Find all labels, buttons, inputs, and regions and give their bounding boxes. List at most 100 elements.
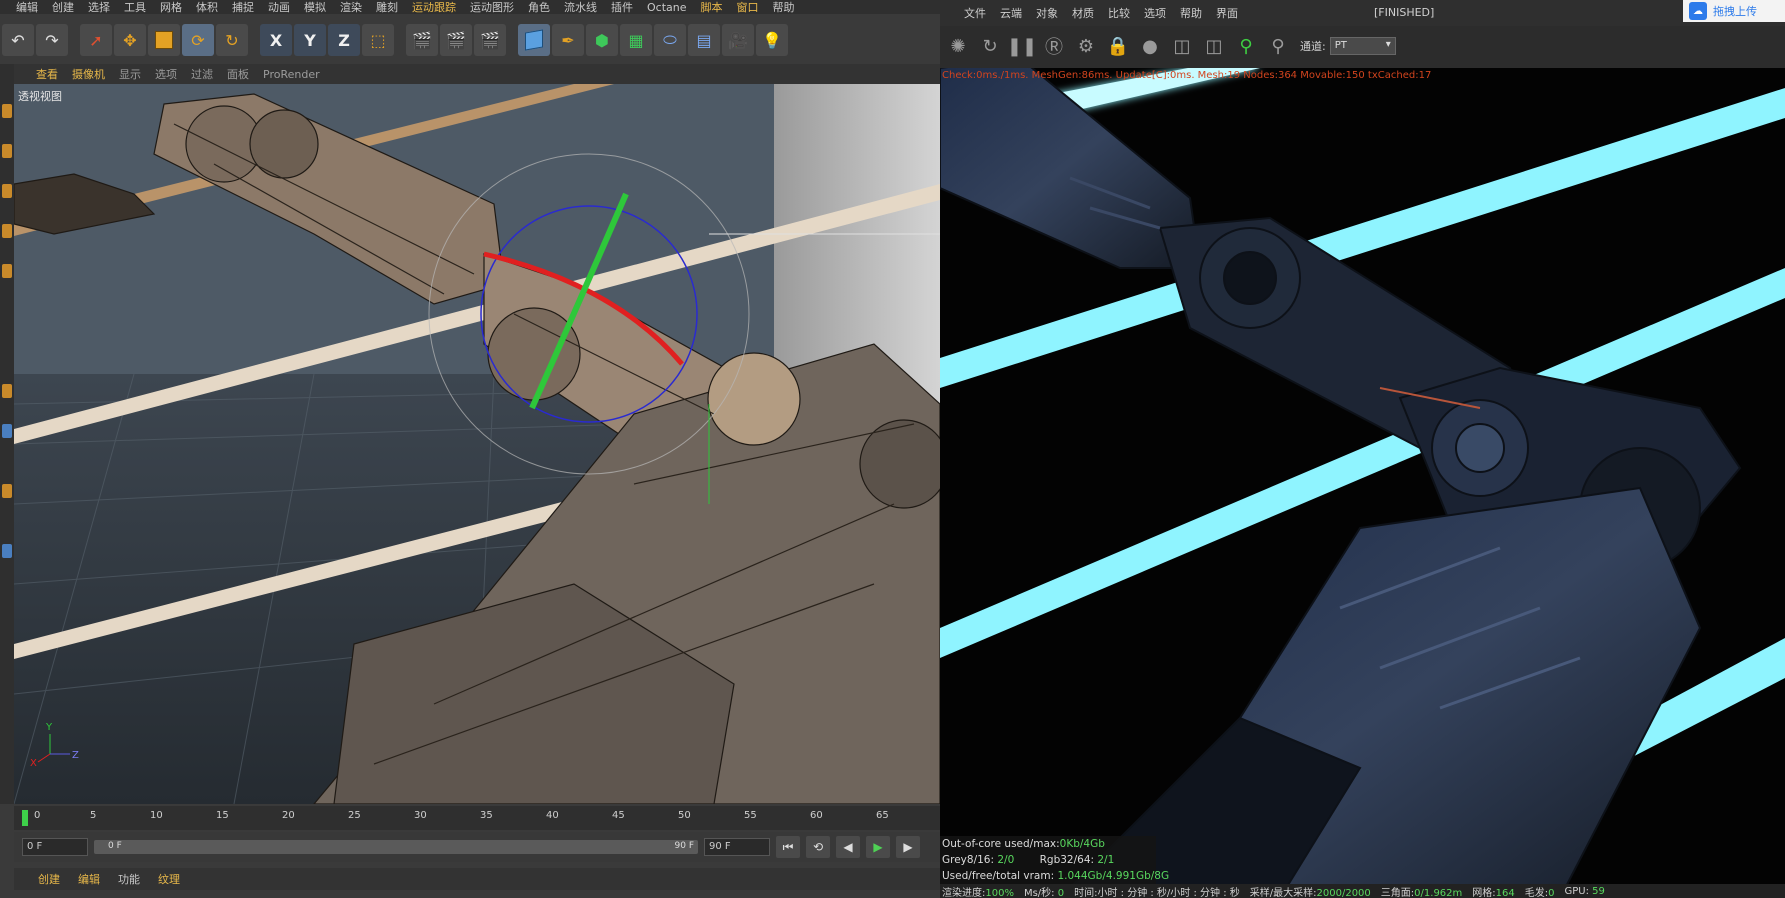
light-icon[interactable]: 💡 [756, 24, 788, 56]
menu-character[interactable]: 角色 [528, 0, 550, 15]
loop-icon[interactable]: ⟲ [806, 836, 830, 858]
camera-icon[interactable]: 🎥 [722, 24, 754, 56]
material-menu-edit[interactable]: 编辑 [78, 871, 100, 887]
hair-value: 0 [1548, 887, 1555, 898]
viewport-menu-panel[interactable]: 面板 [227, 66, 249, 82]
sculpt-mode-icon[interactable] [2, 484, 12, 498]
drag-upload-button[interactable]: ☁ 拖拽上传 [1683, 0, 1785, 22]
points-mode-icon[interactable] [2, 184, 12, 198]
menu-snap[interactable]: 捕捉 [232, 0, 254, 15]
render-picture-viewer-icon[interactable]: 🎬 [440, 24, 472, 56]
coordinate-system-icon[interactable]: ⬚ [362, 24, 394, 56]
menu-octane[interactable]: Octane [647, 1, 687, 14]
next-frame-icon[interactable]: ▶ [896, 836, 920, 858]
axis-mode-icon[interactable] [2, 544, 12, 558]
menu-script[interactable]: 脚本 [701, 0, 723, 15]
send-scene-icon[interactable]: ✺ [944, 32, 972, 60]
viewport-menu-camera[interactable]: 摄像机 [72, 66, 105, 82]
menu-create[interactable]: 创建 [52, 0, 74, 15]
channel-select[interactable]: PT [1329, 37, 1396, 55]
deformer-icon[interactable]: ⬭ [654, 24, 686, 56]
timeline-tick: 15 [216, 810, 229, 821]
render-settings-icon[interactable]: 🎬 [474, 24, 506, 56]
menu-mograph[interactable]: 运动图形 [470, 0, 514, 15]
material-menu-texture[interactable]: 纹理 [158, 871, 180, 887]
rotate-icon[interactable]: ⟳ [182, 24, 214, 56]
viewport-menu-view[interactable]: 查看 [36, 66, 58, 82]
menu-window[interactable]: 窗口 [737, 0, 759, 15]
snap-icon[interactable] [2, 384, 12, 398]
x-axis-lock-button[interactable]: X [260, 24, 292, 56]
viewport-menu-options[interactable]: 选项 [155, 66, 177, 82]
viewport-menu-filter[interactable]: 过滤 [191, 66, 213, 82]
pause-icon[interactable]: ❚❚ [1007, 32, 1037, 60]
region-select-icon[interactable]: ◫ [1168, 32, 1196, 60]
menu-render[interactable]: 渲染 [340, 0, 362, 15]
oct-menu-objects[interactable]: 对象 [1036, 5, 1058, 21]
z-axis-lock-button[interactable]: Z [328, 24, 360, 56]
move-icon[interactable]: ✥ [114, 24, 146, 56]
menu-motion-tracker[interactable]: 运动跟踪 [412, 0, 456, 15]
render-view[interactable]: Check:0ms./1ms. MeshGen:86ms. Update[C]:… [940, 68, 1785, 898]
redo-icon[interactable]: ↷ [36, 24, 68, 56]
viewport-menu-display[interactable]: 显示 [119, 66, 141, 82]
oct-menu-file[interactable]: 文件 [964, 5, 986, 21]
oct-menu-gui[interactable]: 界面 [1216, 5, 1238, 21]
menu-sculpt[interactable]: 雕刻 [376, 0, 398, 15]
oct-menu-help[interactable]: 帮助 [1180, 5, 1202, 21]
menu-pipeline[interactable]: 流水线 [564, 0, 597, 15]
y-axis-lock-button[interactable]: Y [294, 24, 326, 56]
restart-render-icon[interactable]: ↻ [976, 32, 1004, 60]
workplane-icon[interactable] [2, 424, 12, 438]
polygons-mode-icon[interactable] [2, 264, 12, 278]
edges-mode-icon[interactable] [2, 224, 12, 238]
timeline-playhead[interactable] [22, 810, 28, 826]
focus-picker-icon[interactable]: ⚲ [1232, 32, 1260, 60]
material-menu-create[interactable]: 创建 [38, 871, 60, 887]
cube-icon[interactable] [518, 24, 550, 56]
menu-mesh[interactable]: 网格 [160, 0, 182, 15]
floor-icon[interactable]: ▤ [688, 24, 720, 56]
menu-animate[interactable]: 动画 [268, 0, 290, 15]
play-icon[interactable]: ▶ [866, 836, 890, 858]
white-balance-picker-icon[interactable]: ⚲ [1264, 32, 1292, 60]
menu-edit[interactable]: 编辑 [16, 0, 38, 15]
end-frame-field[interactable]: 90 F [704, 838, 770, 856]
meshes-label: 网格: [1472, 887, 1496, 898]
region-render-icon[interactable]: Ⓡ [1040, 32, 1068, 60]
pen-spline-icon[interactable]: ✒ [552, 24, 584, 56]
menu-volume[interactable]: 体积 [196, 0, 218, 15]
start-frame-field[interactable]: 0 F [22, 838, 88, 856]
lock-icon[interactable]: 🔒 [1104, 32, 1132, 60]
vram-label: Used/free/total vram: [942, 870, 1058, 882]
material-menu-function[interactable]: 功能 [118, 871, 140, 887]
oct-menu-cloud[interactable]: 云端 [1000, 5, 1022, 21]
menu-help[interactable]: 帮助 [773, 0, 795, 15]
model-mode-icon[interactable] [2, 104, 12, 118]
timeline-ruler[interactable]: 0 5 10 15 20 25 30 35 40 45 50 55 60 65 [14, 806, 940, 830]
previous-frame-icon[interactable]: ◀ [836, 836, 860, 858]
preview-range-slider[interactable]: 0 F 90 F [94, 840, 698, 854]
cloner-icon[interactable]: ▦ [620, 24, 652, 56]
undo-icon[interactable]: ↶ [2, 24, 34, 56]
texture-mode-icon[interactable] [2, 144, 12, 158]
menu-plugins[interactable]: 插件 [611, 0, 633, 15]
viewport-menu-prorender[interactable]: ProRender [263, 68, 320, 81]
oct-menu-options[interactable]: 选项 [1144, 5, 1166, 21]
menu-select[interactable]: 选择 [88, 0, 110, 15]
menu-tools[interactable]: 工具 [124, 0, 146, 15]
scale-icon[interactable] [148, 24, 180, 56]
recent-tool-icon[interactable]: ↻ [216, 24, 248, 56]
oct-menu-materials[interactable]: 材质 [1072, 5, 1094, 21]
render-view-icon[interactable]: 🎬 [406, 24, 438, 56]
timeline-tick: 20 [282, 810, 295, 821]
select-arrow-icon[interactable]: ➚ [80, 24, 112, 56]
perspective-viewport[interactable]: 透视视图 Y X Z [14, 84, 940, 804]
film-region-icon[interactable]: ◫ [1200, 32, 1228, 60]
oct-menu-compare[interactable]: 比较 [1108, 5, 1130, 21]
material-ball-icon[interactable]: ● [1136, 32, 1164, 60]
settings-gear-icon[interactable]: ⚙ [1072, 32, 1100, 60]
go-to-start-icon[interactable]: ⏮ [776, 836, 800, 858]
menu-simulate[interactable]: 模拟 [304, 0, 326, 15]
subdivision-surface-icon[interactable]: ⬢ [586, 24, 618, 56]
